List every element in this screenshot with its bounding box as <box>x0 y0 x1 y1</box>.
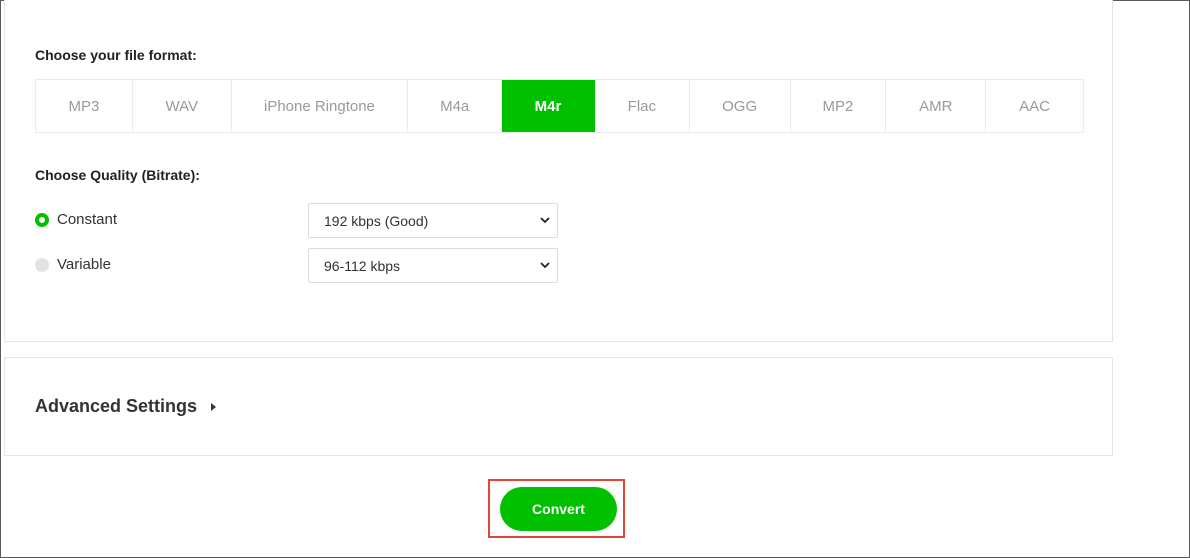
convert-button[interactable]: Convert <box>500 487 617 531</box>
format-tab-flac[interactable]: Flac <box>595 80 690 132</box>
format-tab-iphone-ringtone[interactable]: iPhone Ringtone <box>232 80 409 132</box>
advanced-settings-title: Advanced Settings <box>35 396 198 416</box>
format-tab-label: MP2 <box>822 97 854 115</box>
format-tab-label: M4r <box>534 97 562 115</box>
chevron-down-icon <box>540 217 550 224</box>
format-tabs: MP3 WAV iPhone Ringtone M4a M4r Flac OGG… <box>35 79 1084 133</box>
format-tab-m4a[interactable]: M4a <box>408 80 503 132</box>
format-tab-label: AAC <box>1019 97 1051 115</box>
format-tab-mp2[interactable]: MP2 <box>791 80 887 132</box>
advanced-settings-toggle[interactable]: Advanced Settings <box>35 396 217 417</box>
format-tab-label: AMR <box>919 97 953 115</box>
format-tab-amr[interactable]: AMR <box>886 80 987 132</box>
quality-section-label: Choose Quality (Bitrate): <box>35 167 200 183</box>
variable-radio-label: Variable <box>57 256 111 273</box>
format-tab-label: OGG <box>722 97 758 115</box>
constant-radio-label: Constant <box>57 211 118 228</box>
constant-radio-option[interactable]: Constant <box>35 211 117 228</box>
format-tab-m4r[interactable]: M4r <box>502 80 595 132</box>
format-tab-aac[interactable]: AAC <box>986 80 1083 132</box>
format-tab-wav[interactable]: WAV <box>133 80 232 132</box>
advanced-settings-panel: Advanced Settings <box>4 357 1113 456</box>
constant-radio[interactable] <box>35 212 49 227</box>
variable-radio[interactable] <box>35 257 49 272</box>
app-frame: Choose your file format: MP3 WAV iPhone … <box>0 0 1190 558</box>
format-tab-ogg[interactable]: OGG <box>690 80 791 132</box>
format-tab-label: M4a <box>440 97 470 115</box>
format-tab-label: WAV <box>165 97 198 115</box>
format-tab-mp3[interactable]: MP3 <box>36 80 133 132</box>
chevron-down-icon <box>540 262 550 269</box>
variable-radio-option[interactable]: Variable <box>35 256 111 273</box>
format-tab-label: Flac <box>627 97 657 115</box>
format-tab-label: iPhone Ringtone <box>263 97 375 115</box>
variable-bitrate-value: 96-112 kbps <box>324 257 401 274</box>
caret-right-icon <box>211 402 217 411</box>
variable-bitrate-select[interactable]: 96-112 kbps <box>308 248 558 283</box>
format-tab-label: MP3 <box>68 97 100 115</box>
constant-bitrate-value: 192 kbps (Good) <box>324 212 429 229</box>
constant-bitrate-select[interactable]: 192 kbps (Good) <box>308 203 558 238</box>
format-section-label: Choose your file format: <box>35 47 197 63</box>
